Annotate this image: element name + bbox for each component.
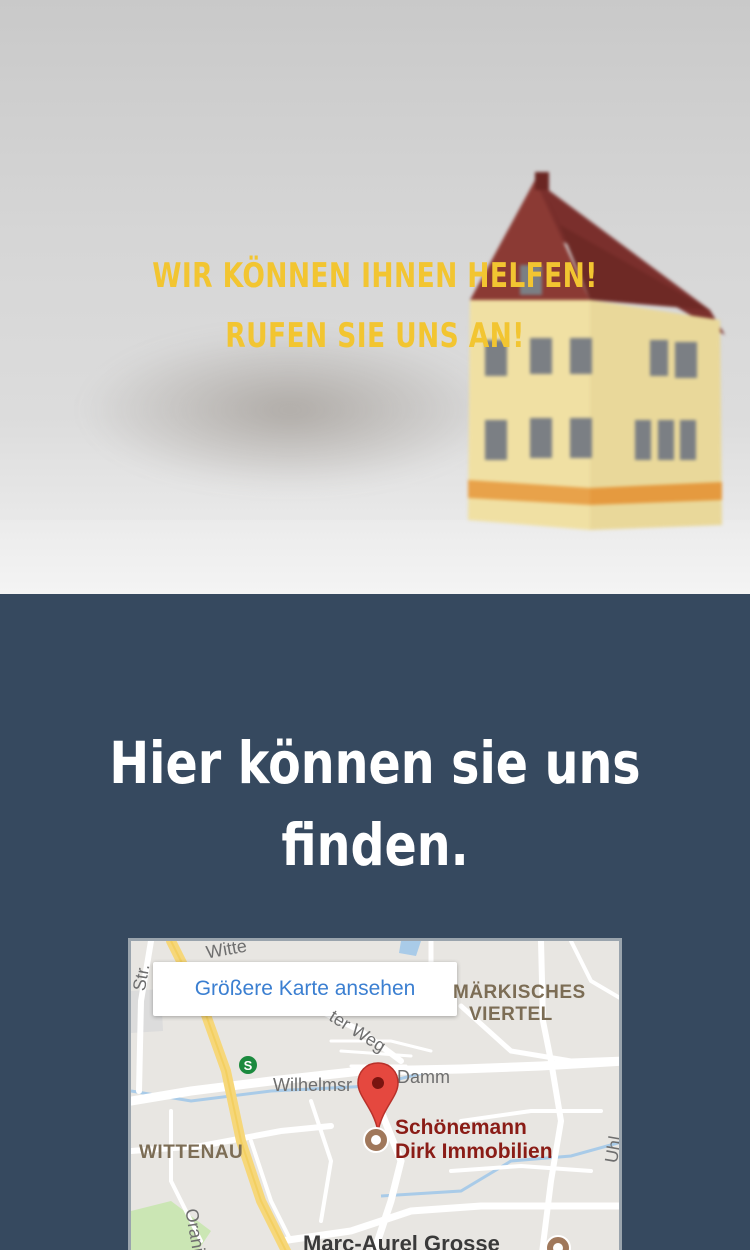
section-title-line1: Hier können sie uns [109,729,641,797]
section-title: Hier können sie uns finden. [68,722,683,886]
hero-headline-line2: RUFEN SIE UNS AN! [225,316,525,356]
business-label-line1: Schönemann [395,1116,527,1139]
larger-map-link[interactable]: Größere Karte ansehen [153,962,457,1016]
business-marker-icon [363,1127,389,1153]
embedded-map[interactable]: Größere Karte ansehen MÄRKISCHES VIERTEL… [128,938,622,1250]
district-label-wittenau: WITTENAU [139,1142,244,1163]
location-section: Hier können sie uns finden. Größere Kart… [0,594,750,1250]
district-label-viertel: VIERTEL [469,1004,553,1025]
district-label-maerkisches: MÄRKISCHES [453,982,586,1003]
poi-label-marc-aurel: Marc-Aurel Grosse [303,1231,500,1250]
house-image [468,172,725,530]
street-label-uhland: Uhl [601,1134,622,1165]
hero-banner: WIR KÖNNEN IHNEN HELFEN! RUFEN SIE UNS A… [0,0,750,594]
section-title-line2: finden. [281,811,469,879]
s-bahn-icon: S [239,1056,257,1074]
business-label-line2: Dirk Immobilien [395,1140,553,1163]
poi-marker-icon [545,1235,571,1250]
hero-headline-line1: WIR KÖNNEN IHNEN HELFEN! [152,256,598,296]
street-label-damm: Damm [397,1067,450,1087]
street-label-wilhelmsruher: Wilhelmsr [273,1075,352,1095]
